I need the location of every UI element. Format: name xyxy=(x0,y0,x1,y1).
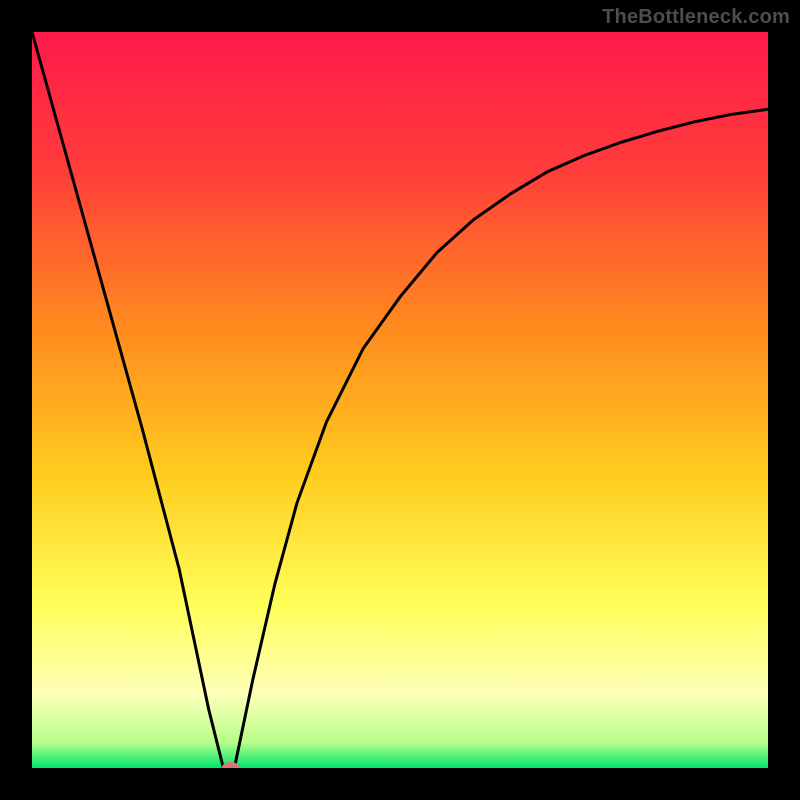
attribution-label: TheBottleneck.com xyxy=(602,6,790,29)
chart-frame: TheBottleneck.com xyxy=(0,0,800,800)
bottleneck-curve-plot xyxy=(32,32,768,768)
gradient-background xyxy=(32,32,768,768)
